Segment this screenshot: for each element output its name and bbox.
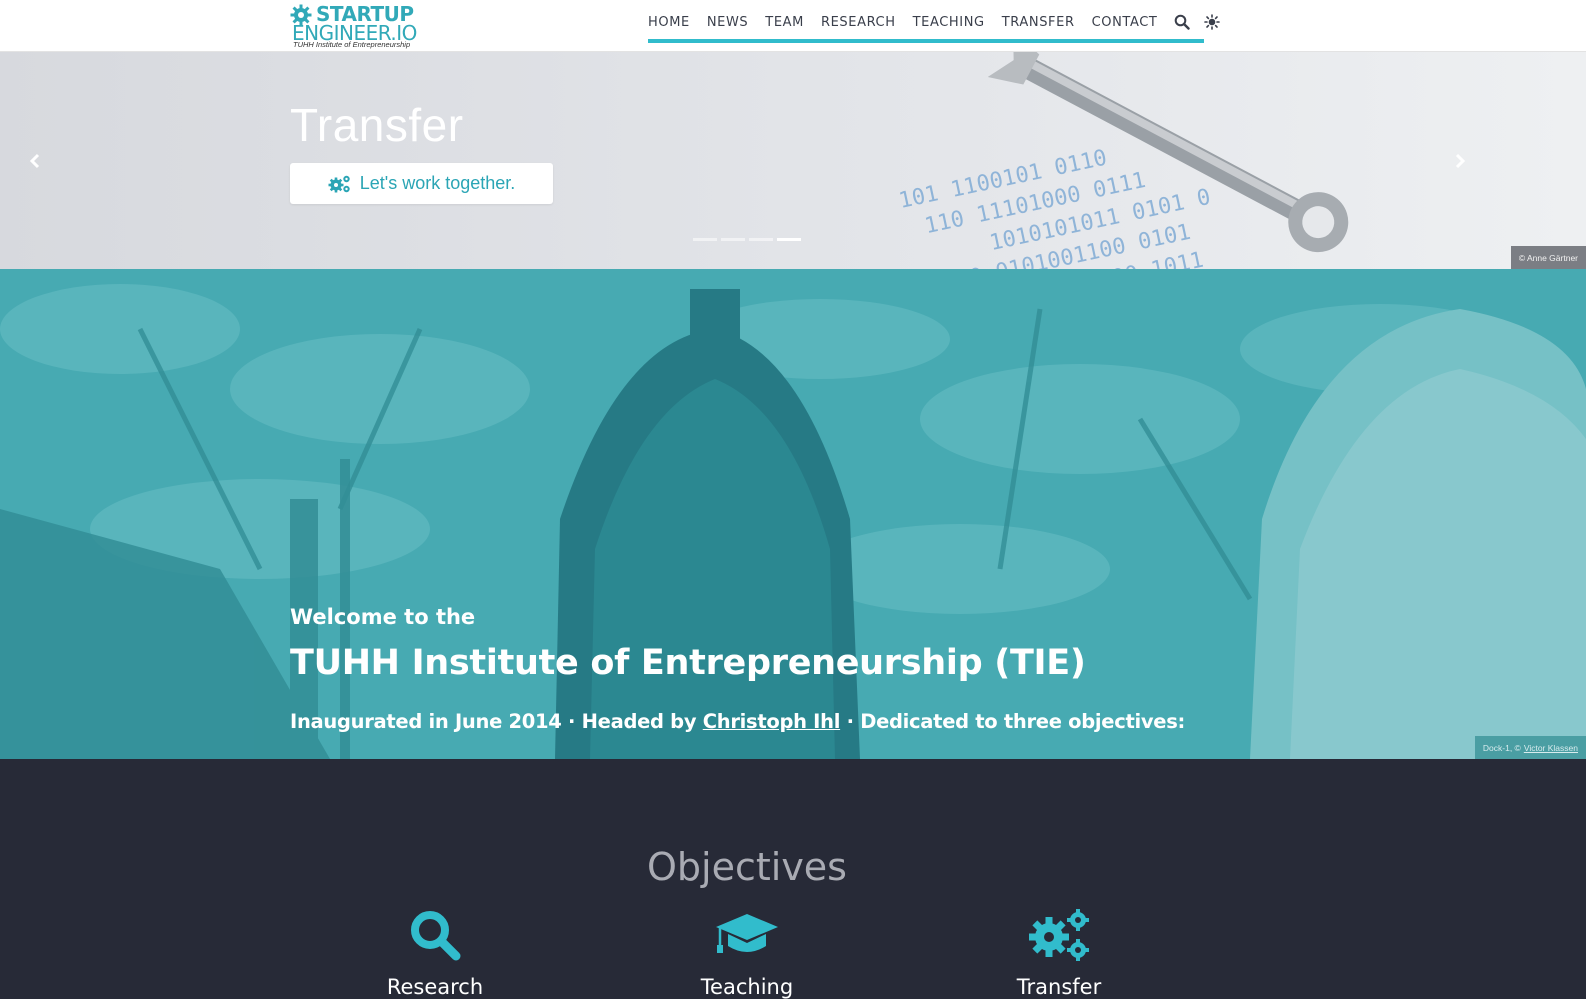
nav-news[interactable]: NEWS — [707, 15, 748, 30]
objective-teaching[interactable]: Teaching — [647, 905, 847, 999]
objective-teaching-label: Teaching — [700, 975, 794, 999]
gears-icon — [1029, 909, 1089, 961]
main-nav: HOME NEWS TEAM RESEARCH TEACHING TRANSFE… — [648, 0, 1234, 44]
carousel-indicator-1[interactable] — [693, 238, 717, 241]
objectives-section: Objectives Research Teaching Transfer — [0, 759, 1586, 999]
top-navbar: STARTUP ENGINEER.IO TUHH Institute of En… — [0, 0, 1586, 52]
nav-active-underline — [648, 39, 1204, 43]
objective-transfer-label: Transfer — [1016, 975, 1102, 999]
hero-photo-credit: Dock-1, © Victor Klassen — [1474, 736, 1586, 759]
victor-klassen-link[interactable]: Victor Klassen — [1524, 743, 1578, 753]
objective-transfer[interactable]: Transfer — [959, 905, 1159, 999]
nav-contact[interactable]: CONTACT — [1092, 15, 1158, 30]
nav-teaching[interactable]: TEACHING — [913, 15, 985, 30]
hero-carousel: 101 1100101 0110 110 11101000 0111 10101… — [0, 52, 1586, 269]
carousel-prev-button[interactable] — [22, 148, 48, 174]
objectives-heading: Objectives — [647, 845, 847, 889]
carousel-background-image: 101 1100101 0110 110 11101000 0111 10101… — [0, 52, 1586, 269]
nav-team[interactable]: TEAM — [765, 15, 804, 30]
objective-research[interactable]: Research — [335, 905, 535, 999]
carousel-photo-credit: © Anne Gärtner — [1510, 246, 1586, 269]
subtitle-text-after: · Dedicated to three objectives: — [840, 710, 1186, 733]
shipyard-background-image — [0, 269, 1586, 759]
hero-credit-prefix: Dock-1, © — [1482, 742, 1521, 753]
carousel-next-button[interactable] — [1447, 148, 1473, 174]
theme-toggle-icon[interactable] — [1204, 14, 1221, 30]
graduation-cap-icon — [716, 914, 778, 953]
objective-research-label: Research — [386, 975, 484, 999]
logo-tagline: TUHH Institute of Entrepreneurship — [293, 40, 411, 49]
work-together-button[interactable]: Let's work together. — [290, 163, 553, 204]
nav-research[interactable]: RESEARCH — [821, 15, 896, 30]
carousel-slide-title: Transfer — [290, 99, 464, 151]
nav-home[interactable]: HOME — [648, 15, 690, 30]
nav-transfer[interactable]: TRANSFER — [1002, 15, 1075, 30]
work-together-label: Let's work together. — [359, 173, 516, 193]
carousel-indicators — [693, 238, 801, 241]
institute-subtitle: Inaugurated in June 2014 · Headed by Chr… — [290, 710, 1185, 733]
chevron-left-icon — [29, 153, 40, 169]
welcome-hero: Welcome to the TUHH Institute of Entrepr… — [0, 269, 1586, 759]
carousel-indicator-3[interactable] — [749, 238, 773, 241]
institute-title: TUHH Institute of Entrepreneurship (TIE) — [290, 643, 1086, 683]
subtitle-text-before: Inaugurated in June 2014 · Headed by — [290, 710, 703, 733]
carousel-indicator-2[interactable] — [721, 238, 745, 241]
welcome-kicker: Welcome to the — [290, 605, 476, 629]
brand-logo[interactable]: STARTUP ENGINEER.IO TUHH Institute of En… — [290, 2, 420, 50]
search-icon[interactable] — [1174, 14, 1191, 30]
gears-icon — [328, 175, 350, 192]
carousel-indicator-4[interactable] — [777, 238, 801, 241]
christoph-ihl-link[interactable]: Christoph Ihl — [703, 710, 841, 733]
chevron-right-icon — [1455, 153, 1466, 169]
search-icon — [411, 911, 461, 961]
